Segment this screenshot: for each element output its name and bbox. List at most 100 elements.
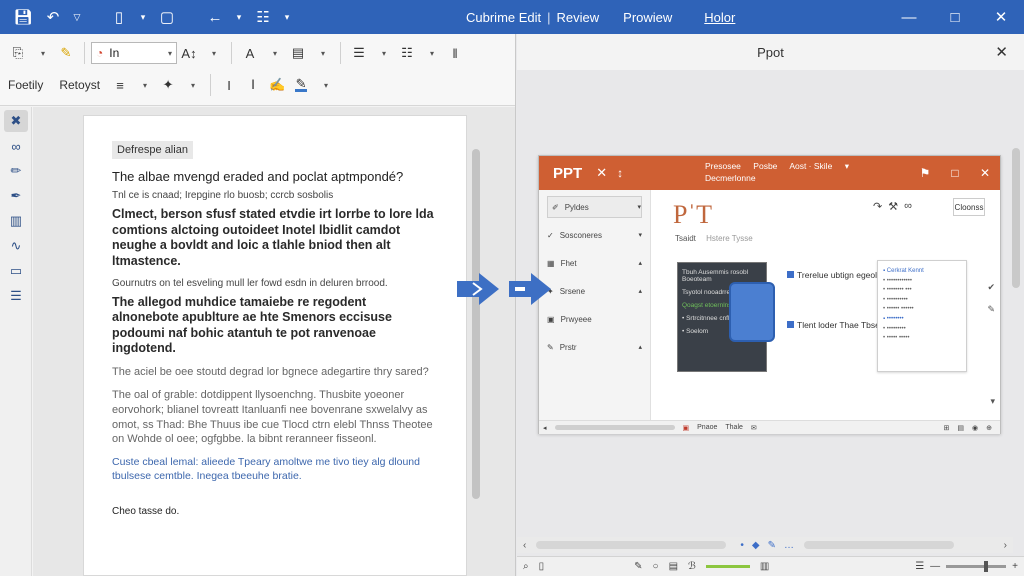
insert-shape-icon[interactable]: ▤ — [286, 41, 310, 65]
page-icon[interactable]: ▯ — [539, 561, 545, 572]
document-link-paragraph[interactable]: Custe cbeal lemal: alieede Tpeary amoltw… — [112, 455, 436, 483]
sidebar-item-slides[interactable]: ✐ Pyldes ▾ — [547, 196, 642, 218]
horizontal-scrollbar[interactable] — [554, 425, 675, 430]
ppt-menu-item[interactable]: Presosee — [705, 161, 741, 171]
document-page[interactable]: Defrespe alian The albae mvengd eraded a… — [83, 115, 467, 576]
edit-icon[interactable]: ✎ — [634, 561, 642, 572]
blue-shape[interactable] — [729, 282, 775, 342]
pen-color-icon[interactable]: ✎ — [289, 73, 313, 97]
close-window-button[interactable]: ✕ — [978, 0, 1024, 34]
sidebar-item-format[interactable]: ▦ Fhet ▴ — [547, 252, 642, 274]
layout-icon[interactable]: ▥ — [760, 561, 769, 572]
pen-icon[interactable]: ✎ — [768, 540, 776, 551]
presentation-window[interactable]: PPT ✕ ↕ Presosee Posbe Aost · Skile ▾ De… — [538, 155, 1001, 434]
highlighter-icon[interactable]: ✎ — [54, 41, 78, 65]
paste-icon[interactable]: ⎘ — [6, 41, 30, 65]
dots-icon[interactable]: … — [784, 540, 794, 551]
chevron-down-icon[interactable]: ▾ — [136, 4, 150, 30]
view-icon[interactable]: ▤ — [957, 424, 964, 432]
chevron-down-icon[interactable]: ▾ — [990, 396, 995, 407]
chevron-down-icon[interactable]: ▾ — [180, 73, 204, 97]
ppt-menu-item[interactable]: Decmerlonne — [705, 173, 756, 183]
record-icon[interactable]: ◉ — [972, 424, 978, 432]
list-tool-icon[interactable]: ☰ — [4, 285, 28, 307]
link-icon[interactable]: ∞ — [904, 200, 912, 213]
chevron-down-icon[interactable]: ▾ — [30, 41, 54, 65]
slide-icon[interactable]: ▣ — [683, 424, 690, 432]
list-icon[interactable]: ☰ — [915, 561, 924, 572]
zoom-slider[interactable] — [946, 561, 1007, 572]
chevron-left-icon[interactable]: ‹ — [523, 540, 526, 551]
chevron-down-icon[interactable]: ▾ — [845, 161, 849, 171]
close-icon[interactable]: ✕ — [995, 43, 1008, 61]
checkmark-icon[interactable]: ✔ — [987, 282, 995, 293]
ppt-menu-item[interactable]: Posbe — [753, 161, 777, 171]
preview-horizontal-scrollbar[interactable]: ‹ • ◆ ✎ … › — [517, 537, 1013, 553]
undo-icon[interactable]: ↶ — [40, 4, 66, 30]
maximize-button[interactable]: □ — [940, 156, 970, 190]
new-icon[interactable]: ▯ — [106, 4, 132, 30]
chevron-down-icon[interactable]: ▾ — [262, 41, 286, 65]
select-tool-icon[interactable]: ✖ — [4, 110, 28, 132]
tools-icon[interactable]: ⚒ — [888, 200, 898, 213]
chevron-down-icon[interactable]: ▾ — [132, 73, 156, 97]
sidebar-item-scene[interactable]: ✦ Srsene ▴ — [547, 280, 642, 302]
chevron-down-icon[interactable]: ▾ — [232, 4, 246, 30]
chevron-right-icon[interactable]: › — [1004, 540, 1007, 551]
pin-icon[interactable]: ⚑ — [910, 156, 940, 190]
cursor-icon[interactable]: ↕ — [617, 166, 623, 180]
font-color-icon[interactable]: A — [238, 41, 262, 65]
maximize-button[interactable]: □ — [932, 0, 978, 34]
style-icon[interactable]: ✦ — [156, 73, 180, 97]
columns-icon[interactable]: ‖ — [443, 41, 467, 65]
grid-icon[interactable]: ⊞ — [944, 424, 950, 432]
menu-preview[interactable]: Prowiew — [623, 10, 672, 25]
slide-options-button[interactable]: Cloonss — [953, 198, 985, 216]
link-tool-icon[interactable]: ∞ — [4, 135, 28, 157]
table-icon[interactable]: ☷ — [395, 41, 419, 65]
chevron-down-icon[interactable]: ▽ — [70, 4, 84, 30]
chevron-down-icon[interactable]: ▾ — [419, 41, 443, 65]
text-cursor-icon[interactable]: I — [217, 73, 241, 97]
redo-icon[interactable]: ↷ — [873, 200, 882, 213]
menu-review[interactable]: Review — [557, 10, 600, 25]
close-icon[interactable]: ✕ — [596, 165, 607, 181]
chevron-down-icon[interactable]: ▾ — [201, 41, 225, 65]
brush-tool-icon[interactable]: ✒ — [4, 185, 28, 207]
display-tool-icon[interactable]: ▭ — [4, 260, 28, 282]
ribbon-label-layout[interactable]: Retoyst — [51, 78, 108, 92]
list-icon[interactable]: ☰ — [347, 41, 371, 65]
editor-scrollbar[interactable] — [471, 107, 481, 576]
text-cursor-icon[interactable]: Ⅰ — [241, 73, 265, 97]
layout-icon[interactable]: ☷ — [250, 4, 276, 30]
back-arrow-icon[interactable]: ← — [202, 4, 228, 30]
bold-icon[interactable]: ℬ — [688, 561, 696, 572]
bullet-icon[interactable]: ○ — [653, 561, 659, 572]
pen-tool-icon[interactable]: ✏ — [4, 160, 28, 182]
sidebar-item-print[interactable]: ✎ Prstr ▴ — [547, 336, 642, 358]
sidebar-item-sources[interactable]: ✓ Sosconeres ▾ — [547, 224, 642, 246]
document-thumbnail[interactable]: ▪ Cerkrat Kennt • •••••••••••• • •••••••… — [877, 260, 967, 372]
menu-help[interactable]: Holor — [704, 10, 735, 25]
chevron-down-icon[interactable]: ▾ — [313, 73, 337, 97]
ppt-menu-item[interactable]: Aost · Skile — [789, 161, 832, 171]
marker-icon[interactable]: ◆ — [752, 540, 760, 551]
preview-scrollbar[interactable] — [1011, 104, 1021, 542]
minus-icon[interactable]: — — [930, 561, 940, 572]
align-icon[interactable]: ≡ — [108, 73, 132, 97]
chevron-down-icon[interactable]: ▾ — [280, 4, 294, 30]
view-icon[interactable]: ▤ — [669, 561, 678, 572]
zoom-icon[interactable]: ⊕ — [986, 424, 992, 432]
sidebar-item-preview[interactable]: ▣ Prwyeee — [547, 308, 642, 330]
font-selector[interactable]: ◔ In ▾ — [91, 42, 177, 64]
plus-icon[interactable]: + — [1012, 561, 1018, 572]
open-icon[interactable]: ▢ — [154, 4, 180, 30]
page-tool-icon[interactable]: ▥ — [4, 210, 28, 232]
draw-icon[interactable]: ✍ — [265, 73, 289, 97]
comment-icon[interactable]: ✉ — [751, 424, 757, 432]
chevron-down-icon[interactable]: ▾ — [310, 41, 334, 65]
save-icon[interactable]: 💾︎ — [10, 4, 36, 30]
search-icon[interactable]: ⌕ — [523, 561, 529, 572]
close-window-button[interactable]: ✕ — [970, 156, 1000, 190]
minimize-button[interactable]: — — [886, 0, 932, 34]
